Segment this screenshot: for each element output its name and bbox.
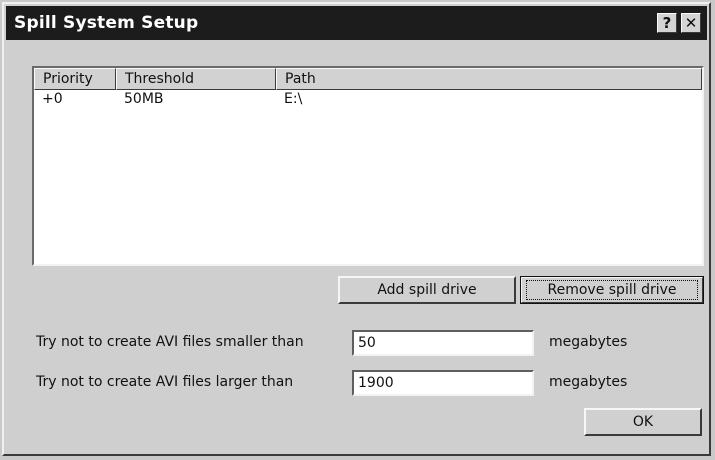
dialog-title: Spill System Setup	[14, 13, 199, 33]
priority-cell: +0	[42, 91, 63, 107]
help-icon: ?	[662, 14, 672, 32]
close-button[interactable]: ✕	[681, 13, 701, 33]
list-item[interactable]: +0 50MB E:\	[34, 91, 702, 109]
min-size-label: Try not to create AVI files smaller than	[36, 334, 304, 350]
ok-button[interactable]: OK	[584, 408, 702, 436]
column-header-priority[interactable]: Priority	[34, 68, 116, 90]
min-size-unit: megabytes	[549, 334, 628, 350]
column-header-threshold[interactable]: Threshold	[116, 68, 276, 90]
close-icon: ✕	[684, 14, 698, 32]
help-button[interactable]: ?	[657, 13, 677, 33]
list-header: Priority Threshold Path	[34, 68, 702, 90]
threshold-cell: 50MB	[124, 91, 164, 107]
max-size-unit: megabytes	[549, 374, 628, 390]
title-bar: Spill System Setup ? ✕	[6, 6, 707, 40]
spill-drive-list[interactable]: Priority Threshold Path +0 50MB E:\	[32, 66, 704, 266]
remove-spill-drive-button[interactable]: Remove spill drive	[520, 276, 704, 304]
column-header-path[interactable]: Path	[276, 68, 702, 90]
spill-system-setup-dialog: Spill System Setup ? ✕ Priority Threshol…	[2, 2, 711, 456]
max-size-label: Try not to create AVI files larger than	[36, 374, 294, 390]
add-spill-drive-button[interactable]: Add spill drive	[338, 276, 516, 304]
max-size-input[interactable]	[352, 370, 534, 396]
path-cell: E:\	[284, 91, 303, 107]
remove-spill-drive-label: Remove spill drive	[526, 280, 698, 300]
min-size-input[interactable]	[352, 330, 534, 356]
